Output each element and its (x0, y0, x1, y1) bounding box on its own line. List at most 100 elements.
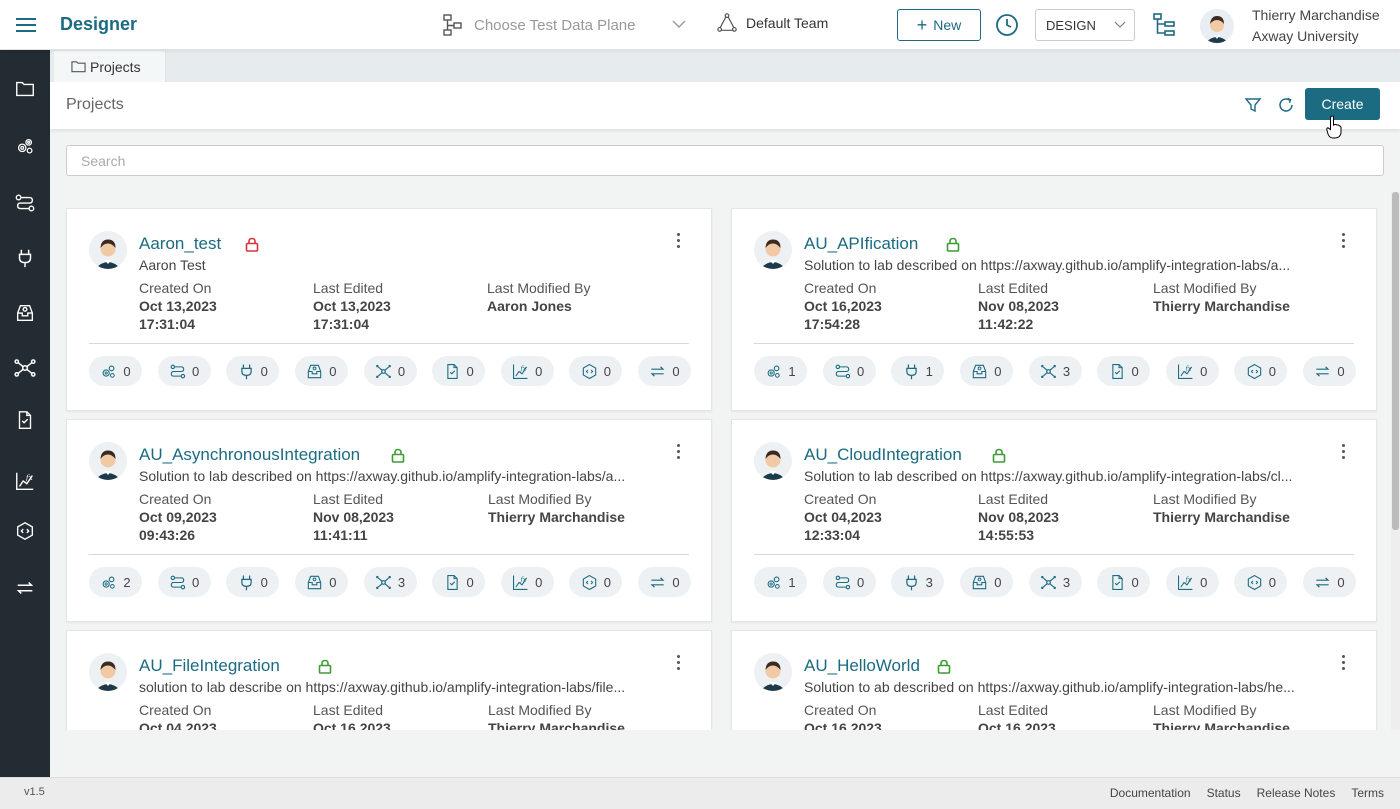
count-chip[interactable]: 0 (1303, 356, 1356, 386)
project-name[interactable]: AU_FileIntegration (139, 656, 280, 676)
plug-icon (240, 364, 252, 379)
count-chip[interactable]: 0 (1303, 567, 1356, 597)
search-input[interactable] (66, 145, 1384, 176)
project-name[interactable]: AU_CloudIntegration (804, 445, 962, 465)
count-chip[interactable]: 2 (89, 567, 142, 597)
modified-by-value: Aaron Jones (487, 298, 572, 314)
project-name[interactable]: AU_HelloWorld (804, 656, 920, 676)
count-chip[interactable]: 0 (1097, 356, 1151, 386)
count-chip[interactable]: 3 (1028, 356, 1082, 386)
more-options-icon[interactable] (671, 444, 685, 466)
footer-link[interactable]: Status (1207, 786, 1241, 800)
count-chip[interactable]: fx 0 (500, 356, 554, 386)
count-chip[interactable]: 0 (822, 567, 876, 597)
sidebar-item-inbox[interactable] (10, 298, 40, 328)
count-chip[interactable]: 0 (294, 567, 348, 597)
footer-link[interactable]: Release Notes (1257, 786, 1336, 800)
mode-select[interactable]: DESIGN (1035, 9, 1135, 41)
dataplane-select[interactable]: Choose Test Data Plane (440, 10, 690, 40)
count-chip[interactable]: 0 (959, 356, 1013, 386)
team-selector[interactable]: Default Team (716, 12, 828, 34)
footer-link[interactable]: Documentation (1110, 786, 1191, 800)
tab-projects[interactable]: Projects (54, 51, 166, 82)
created-info: Created On Oct 16,2023 17:54:28 (804, 279, 882, 333)
count-chip[interactable]: 1 (754, 567, 807, 597)
count-chip[interactable]: 1 (891, 356, 945, 386)
sidebar-item-files[interactable] (10, 405, 40, 435)
count-chip[interactable]: 0 (226, 567, 280, 597)
count-chip[interactable]: 0 (1097, 567, 1151, 597)
count-chip[interactable]: 0 (1234, 356, 1288, 386)
sidebar-item-network[interactable] (10, 353, 40, 383)
project-name[interactable]: AU_AsynchronousIntegration (139, 445, 360, 465)
project-card[interactable]: Aaron_test Aaron Test Created On Oct 13,… (66, 208, 712, 411)
count-chip[interactable]: 0 (157, 567, 211, 597)
count-chip[interactable]: 0 (822, 356, 876, 386)
count-chip[interactable]: 0 (157, 356, 211, 386)
project-name[interactable]: AU_APIfication (804, 234, 918, 254)
count-chip[interactable]: fx 0 (1165, 567, 1219, 597)
count-chip[interactable]: 0 (959, 567, 1013, 597)
tree-view-icon[interactable] (1152, 12, 1176, 38)
count-chip[interactable]: 3 (1028, 567, 1082, 597)
modified-by-label: Last Modified By (487, 280, 591, 296)
card-divider (89, 343, 689, 344)
history-clock-icon[interactable] (995, 13, 1019, 37)
more-options-icon[interactable] (1336, 233, 1350, 255)
project-card[interactable]: AU_HelloWorld Solution to ab described o… (731, 630, 1377, 730)
count-chip[interactable]: 0 (432, 567, 486, 597)
cube-icon (1247, 574, 1261, 590)
count-chip[interactable]: 3 (363, 567, 417, 597)
user-avatar[interactable] (1200, 9, 1234, 43)
project-card[interactable]: AU_CloudIntegration Solution to lab desc… (731, 419, 1377, 622)
new-button[interactable]: + New (897, 9, 981, 41)
project-card[interactable]: AU_APIfication Solution to lab described… (731, 208, 1377, 411)
edited-date: Nov 08,2023 (313, 509, 394, 525)
sidebar-item-flows[interactable] (10, 188, 40, 218)
sidebar-item-components[interactable] (10, 131, 40, 161)
team-icon (717, 13, 737, 32)
hamburger-menu-icon[interactable] (16, 14, 40, 36)
refresh-icon[interactable] (1276, 95, 1296, 115)
count-chip[interactable]: fx 0 (1165, 356, 1219, 386)
count-chip[interactable]: fx 0 (500, 567, 554, 597)
plug-icon (18, 249, 32, 268)
project-card[interactable]: AU_AsynchronousIntegration Solution to l… (66, 419, 712, 622)
count-chip[interactable]: 0 (432, 356, 486, 386)
grid-scrollbar[interactable] (1391, 192, 1400, 730)
more-options-icon[interactable] (671, 233, 685, 255)
count-chip[interactable]: 3 (891, 567, 945, 597)
svg-text:fx: fx (1185, 576, 1192, 583)
footer-link[interactable]: Terms (1351, 786, 1384, 800)
count-chip[interactable]: 0 (569, 356, 623, 386)
more-options-icon[interactable] (1336, 444, 1350, 466)
count-value: 3 (1062, 574, 1071, 590)
count-chip[interactable]: 1 (754, 356, 807, 386)
scrollbar-thumb[interactable] (1392, 192, 1399, 530)
count-chip[interactable]: 0 (294, 356, 348, 386)
sidebar-item-apis[interactable] (10, 516, 40, 546)
count-chip[interactable]: 0 (226, 356, 280, 386)
count-value: 0 (329, 574, 337, 590)
count-chip[interactable]: 0 (89, 356, 142, 386)
count-chip[interactable]: 0 (1234, 567, 1288, 597)
modified-by-label: Last Modified By (488, 702, 592, 718)
sidebar-item-connectors[interactable] (10, 243, 40, 273)
sidebar-item-projects[interactable] (10, 74, 40, 104)
user-info[interactable]: Thierry Marchandise Axway University (1252, 5, 1380, 47)
filter-icon[interactable] (1244, 96, 1262, 114)
folder-icon (71, 61, 86, 73)
more-options-icon[interactable] (671, 655, 685, 677)
count-chip[interactable]: 0 (638, 356, 691, 386)
count-chip[interactable]: 0 (638, 567, 691, 597)
create-button[interactable]: Create (1305, 88, 1380, 120)
project-card[interactable]: AU_FileIntegration solution to lab descr… (66, 630, 712, 730)
sidebar-item-sync[interactable] (10, 573, 40, 603)
sidebar-item-functions[interactable]: fx (10, 466, 40, 496)
count-chip[interactable]: 0 (569, 567, 623, 597)
count-chips: 2 0 0 0 3 0 fx 0 0 0 (89, 567, 691, 597)
more-options-icon[interactable] (1336, 655, 1350, 677)
count-chip[interactable]: 0 (363, 356, 417, 386)
card-divider (89, 554, 689, 555)
project-name[interactable]: Aaron_test (139, 234, 221, 254)
